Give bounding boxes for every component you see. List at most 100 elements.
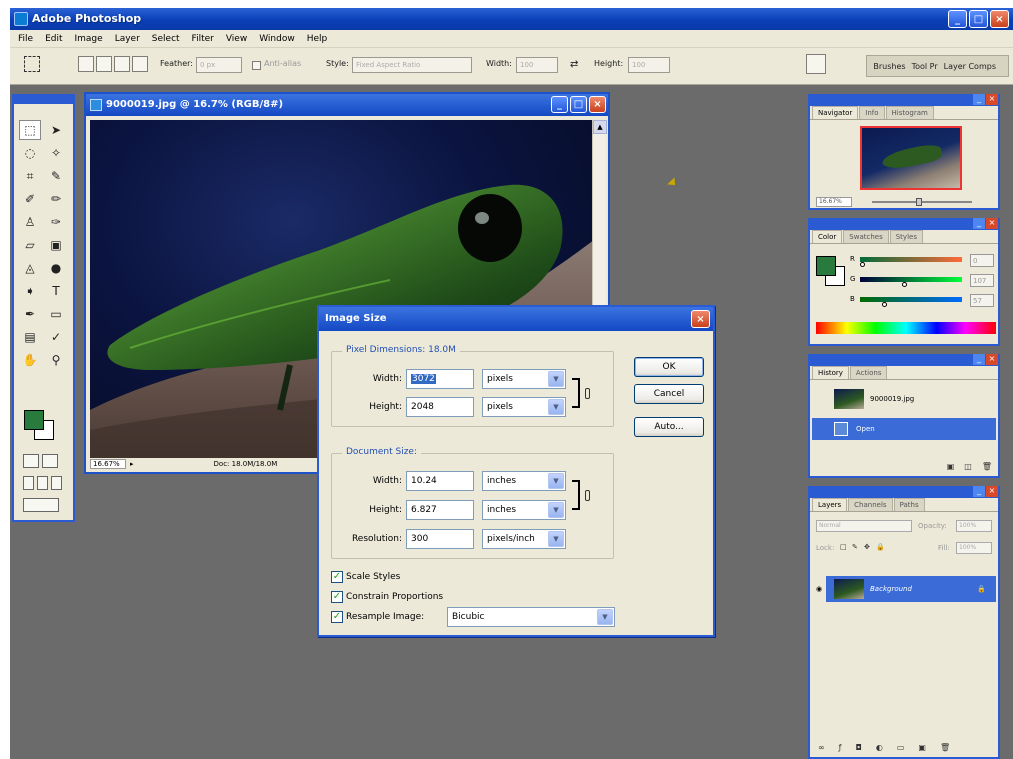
green-value-input[interactable]: 107 (970, 274, 994, 287)
slice-tool-icon[interactable]: ✎ (45, 166, 67, 186)
history-snapshot-row[interactable]: 9000019.jpg (812, 388, 996, 410)
new-selection-icon[interactable] (78, 56, 94, 72)
green-slider[interactable] (860, 277, 962, 282)
layer-mask-icon[interactable]: ◘ (856, 743, 862, 752)
menu-select[interactable]: Select (146, 34, 186, 44)
tab-navigator[interactable]: Navigator (812, 106, 859, 119)
status-menu-arrow-icon[interactable]: ▸ (130, 460, 134, 468)
menu-help[interactable]: Help (301, 34, 334, 44)
hand-tool-icon[interactable]: ✋ (19, 350, 41, 370)
file-browser-icon[interactable] (806, 54, 826, 74)
lock-transparent-icon[interactable]: □ (840, 543, 847, 551)
type-tool-icon[interactable]: T (45, 281, 67, 301)
tab-color[interactable]: Color (812, 230, 843, 243)
height-input[interactable]: 100 (628, 57, 670, 73)
pixel-width-input[interactable]: 3072 (406, 369, 474, 389)
zoom-tool-icon[interactable]: ⚲ (45, 350, 67, 370)
lock-image-icon[interactable]: ✎ (852, 543, 858, 551)
subtract-selection-icon[interactable] (114, 56, 130, 72)
palette-minimize-button[interactable]: _ (973, 218, 985, 229)
cancel-button[interactable]: Cancel (634, 384, 704, 404)
healing-brush-tool-icon[interactable]: ✐ (19, 189, 41, 209)
doc-height-input[interactable]: 6.827 (406, 500, 474, 520)
opacity-input[interactable]: 100% (956, 520, 992, 532)
eraser-tool-icon[interactable]: ▱ (19, 235, 41, 255)
rectangular-marquee-icon[interactable] (24, 56, 40, 72)
lock-all-icon[interactable]: 🔒 (876, 543, 885, 551)
resample-image-row[interactable]: ✓ Resample Image: (331, 611, 424, 623)
marquee-tool-icon[interactable]: ⬚ (19, 120, 41, 140)
ok-button[interactable]: OK (634, 357, 704, 377)
menu-file[interactable]: File (12, 34, 39, 44)
zoom-level-field[interactable]: 16.67% (90, 459, 126, 469)
pixel-height-input[interactable]: 2048 (406, 397, 474, 417)
navigator-preview[interactable] (860, 126, 962, 190)
palette-minimize-button[interactable]: _ (973, 354, 985, 365)
clone-stamp-tool-icon[interactable]: ♙ (19, 212, 41, 232)
red-value-input[interactable]: 0 (970, 254, 994, 267)
screen-mode-full-button[interactable] (51, 476, 62, 490)
palette-minimize-button[interactable]: _ (973, 94, 985, 105)
scroll-up-arrow-icon[interactable]: ▲ (593, 120, 607, 134)
width-input[interactable]: 100 (516, 57, 558, 73)
blue-slider-knob[interactable] (882, 302, 887, 307)
menu-window[interactable]: Window (253, 34, 301, 44)
blue-slider[interactable] (860, 297, 962, 302)
navigator-zoom-knob[interactable] (916, 198, 922, 206)
palette-well-brushes[interactable]: Brushes (873, 62, 905, 71)
new-document-from-state-icon[interactable]: ▣ (947, 462, 955, 471)
resample-method-select[interactable]: Bicubic ▼ (447, 607, 615, 627)
tab-swatches[interactable]: Swatches (843, 230, 889, 243)
maximize-button[interactable]: □ (969, 10, 988, 28)
link-layers-icon[interactable]: ∞ (818, 743, 825, 752)
crop-tool-icon[interactable]: ⌗ (19, 166, 41, 186)
new-layer-icon[interactable]: ▣ (918, 743, 926, 752)
doc-minimize-button[interactable]: _ (551, 96, 568, 113)
palette-foreground-swatch[interactable] (816, 256, 836, 276)
menu-view[interactable]: View (220, 34, 253, 44)
tab-layers[interactable]: Layers (812, 498, 848, 511)
screen-mode-standard-button[interactable] (23, 476, 34, 490)
palette-minimize-button[interactable]: _ (973, 486, 985, 497)
pixel-height-unit-select[interactable]: pixels ▼ (482, 397, 566, 417)
delete-state-icon[interactable]: 🗑 (982, 462, 992, 471)
palette-close-button[interactable]: × (986, 218, 998, 229)
layer-row-background[interactable]: ◉ Background 🔒 (812, 576, 996, 602)
antialias-checkbox[interactable] (252, 61, 261, 70)
tab-channels[interactable]: Channels (848, 498, 893, 511)
eyedropper-tool-icon[interactable]: ✓ (45, 327, 67, 347)
blue-value-input[interactable]: 57 (970, 294, 994, 307)
navigator-zoom-field[interactable]: 16.67% (816, 197, 852, 207)
palette-close-button[interactable]: × (986, 354, 998, 365)
auto-button[interactable]: Auto... (634, 417, 704, 437)
move-tool-icon[interactable]: ➤ (45, 120, 67, 140)
menu-filter[interactable]: Filter (186, 34, 220, 44)
menu-layer[interactable]: Layer (109, 34, 146, 44)
resample-image-checkbox[interactable]: ✓ (331, 611, 343, 623)
color-spectrum-bar[interactable] (816, 322, 996, 334)
tab-paths[interactable]: Paths (893, 498, 925, 511)
tab-actions[interactable]: Actions (849, 366, 888, 379)
doc-close-button[interactable]: × (589, 96, 606, 113)
gradient-tool-icon[interactable]: ▣ (45, 235, 67, 255)
tab-history[interactable]: History (812, 366, 849, 379)
lasso-tool-icon[interactable]: ◌ (19, 143, 41, 163)
menu-edit[interactable]: Edit (39, 34, 68, 44)
red-slider-knob[interactable] (860, 262, 865, 267)
lock-position-icon[interactable]: ✥ (864, 543, 870, 551)
layer-style-icon[interactable]: ƒ (839, 743, 842, 752)
palette-well-tool-presets[interactable]: Tool Pr (912, 62, 938, 71)
tab-styles[interactable]: Styles (889, 230, 923, 243)
magic-wand-tool-icon[interactable]: ✧ (45, 143, 67, 163)
style-select[interactable]: Fixed Aspect Ratio (352, 57, 472, 73)
doc-height-unit-select[interactable]: inches ▼ (482, 500, 566, 520)
adjustment-layer-icon[interactable]: ◐ (876, 743, 883, 752)
feather-input[interactable]: 0 px (196, 57, 242, 73)
constrain-proportions-checkbox[interactable]: ✓ (331, 591, 343, 603)
minimize-button[interactable]: _ (948, 10, 967, 28)
pixel-width-unit-select[interactable]: pixels ▼ (482, 369, 566, 389)
tab-info[interactable]: Info (859, 106, 885, 119)
brush-tool-icon[interactable]: ✏ (45, 189, 67, 209)
intersect-selection-icon[interactable] (132, 56, 148, 72)
resolution-unit-select[interactable]: pixels/inch ▼ (482, 529, 566, 549)
